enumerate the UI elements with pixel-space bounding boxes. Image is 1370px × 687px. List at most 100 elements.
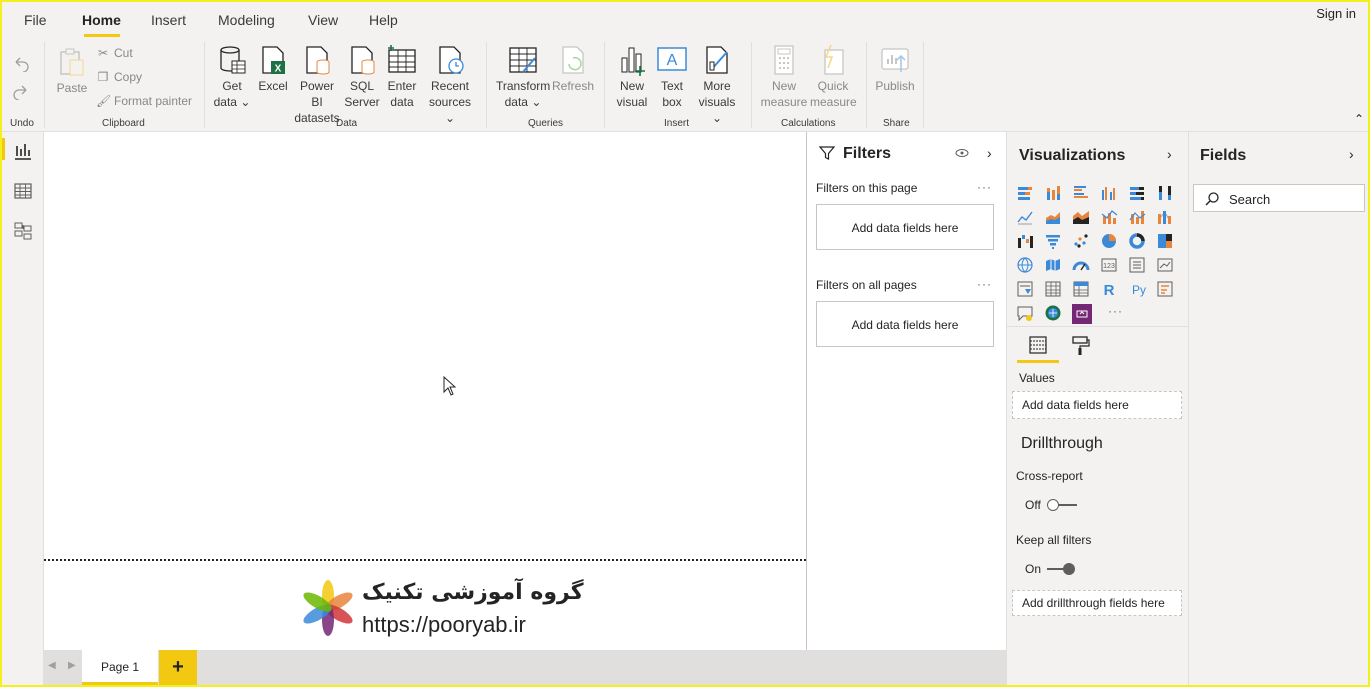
group-separator <box>751 42 752 128</box>
dataset-icon <box>306 46 330 75</box>
model-view-icon[interactable] <box>12 220 34 242</box>
all-pages-filters-drop-zone[interactable]: Add data fields here <box>816 301 994 347</box>
menu-insert[interactable]: Insert <box>151 12 186 28</box>
treemap-icon[interactable] <box>1156 232 1174 250</box>
clustered-bar-chart-icon[interactable] <box>1072 184 1090 202</box>
page-filters-drop-zone[interactable]: Add data fields here <box>816 204 994 250</box>
refresh-icon <box>562 46 584 74</box>
kpi-icon[interactable] <box>1156 256 1174 274</box>
stacked-area-chart-icon[interactable] <box>1072 208 1090 226</box>
clustered-column-chart-icon[interactable] <box>1100 184 1118 202</box>
page-tab-1[interactable]: Page 1 <box>82 650 158 685</box>
refresh-button[interactable]: Refresh <box>552 44 594 94</box>
paste-button[interactable]: Paste <box>55 46 89 96</box>
excel-button[interactable]: X Excel <box>256 44 290 94</box>
sql-server-button[interactable]: SQL Server <box>344 44 380 110</box>
menu-file[interactable]: File <box>24 12 47 28</box>
menu-home[interactable]: Home <box>82 12 121 28</box>
copy-label: Copy <box>114 70 143 84</box>
enter-data-button[interactable]: Enter data <box>384 44 420 110</box>
pie-chart-icon[interactable] <box>1100 232 1118 250</box>
menu-help[interactable]: Help <box>369 12 398 28</box>
values-label: Values <box>1019 371 1055 385</box>
pane-divider <box>1007 326 1189 327</box>
more-options-icon[interactable]: ··· <box>977 277 992 291</box>
copy-button[interactable]: ❐ Copy <box>96 70 142 84</box>
new-measure-button[interactable]: New measure <box>760 44 808 110</box>
funnel-chart-icon[interactable] <box>1044 232 1062 250</box>
map-icon[interactable] <box>1016 256 1034 274</box>
stacked-column-chart-icon[interactable] <box>1044 184 1062 202</box>
python-visual-icon[interactable]: Py <box>1128 280 1150 298</box>
refresh-label: Refresh <box>552 79 595 93</box>
waterfall-chart-icon[interactable] <box>1016 232 1034 250</box>
recent-sources-button[interactable]: Recent sources ⌄ <box>424 44 476 126</box>
cut-button[interactable]: ✂ Cut <box>96 46 133 60</box>
area-chart-icon[interactable] <box>1044 208 1062 226</box>
gauge-icon[interactable] <box>1072 256 1090 274</box>
collapse-ribbon-icon[interactable]: ⌃ <box>1354 112 1364 126</box>
collapse-fields-icon[interactable]: › <box>1349 146 1354 162</box>
next-page-icon[interactable]: ▶ <box>68 660 76 671</box>
more-visuals-ellipsis-icon[interactable]: ··· <box>1108 304 1123 318</box>
r-script-visual-icon[interactable]: R <box>1100 280 1118 298</box>
line-stacked-column-icon[interactable] <box>1128 208 1146 226</box>
ribbon: Undo Paste ✂ Cut ❐ Copy 🖌 Format painter Cl… <box>0 38 1370 132</box>
line-chart-icon[interactable] <box>1016 208 1034 226</box>
arcgis-map-icon[interactable] <box>1044 304 1062 322</box>
drillthrough-drop-zone[interactable]: Add drillthrough fields here <box>1012 590 1182 616</box>
card-icon[interactable]: 123 <box>1100 256 1118 274</box>
report-canvas[interactable]: گروه آموزشی تکنیک https://pooryab.ir <box>44 132 806 650</box>
excel-icon: X <box>262 46 285 75</box>
database-icon <box>220 46 246 74</box>
redo-icon[interactable] <box>12 84 30 100</box>
power-apps-icon[interactable] <box>1072 304 1092 324</box>
report-view-icon[interactable] <box>12 140 34 162</box>
values-drop-zone[interactable]: Add data fields here <box>1012 391 1182 419</box>
matrix-icon[interactable] <box>1072 280 1090 298</box>
quick-measure-button[interactable]: Quick measure <box>810 44 857 110</box>
get-data-button[interactable]: Get data ⌄ <box>212 44 252 110</box>
qa-visual-icon[interactable] <box>1016 304 1034 322</box>
more-visuals-button[interactable]: More visuals ⌄ <box>692 44 742 126</box>
data-group-label: Data <box>336 118 358 129</box>
format-paint-roller-icon[interactable] <box>1069 334 1091 356</box>
data-view-icon[interactable] <box>12 180 34 202</box>
fields-tab-icon[interactable] <box>1027 334 1049 356</box>
transform-data-button[interactable]: Transform data ⌄ <box>496 44 550 110</box>
power-bi-datasets-button[interactable]: Power BI datasets <box>294 44 340 126</box>
sign-in-link[interactable]: Sign in <box>1316 6 1356 21</box>
ribbon-chart-icon[interactable] <box>1156 208 1174 226</box>
stacked-bar-chart-icon[interactable] <box>1016 184 1034 202</box>
slicer-icon[interactable] <box>1016 280 1034 298</box>
add-page-button[interactable]: + <box>159 650 197 685</box>
more-options-icon[interactable]: ··· <box>977 180 992 194</box>
menu-view[interactable]: View <box>308 12 338 28</box>
flower-logo-icon <box>303 580 353 636</box>
enter-data-label-1: Enter <box>387 79 417 93</box>
new-measure-label-1: New <box>771 79 796 93</box>
100-stacked-column-chart-icon[interactable] <box>1156 184 1174 202</box>
undo-icon[interactable] <box>12 56 30 72</box>
filters-pane: Filters › Filters on this page ··· Add d… <box>806 132 1006 650</box>
eye-icon[interactable] <box>955 148 969 158</box>
cut-label: Cut <box>114 46 133 60</box>
key-influencers-icon[interactable] <box>1156 280 1174 298</box>
publish-button[interactable]: Publish <box>874 44 916 94</box>
multi-row-card-icon[interactable] <box>1128 256 1146 274</box>
table-visual-icon[interactable] <box>1044 280 1062 298</box>
collapse-filters-icon[interactable]: › <box>987 145 992 161</box>
100-stacked-bar-chart-icon[interactable] <box>1128 184 1146 202</box>
menu-modeling[interactable]: Modeling <box>218 12 275 28</box>
collapse-visualizations-icon[interactable]: › <box>1167 146 1172 162</box>
format-painter-button[interactable]: 🖌 Format painter <box>96 94 192 108</box>
filled-map-icon[interactable] <box>1044 256 1062 274</box>
fields-search-input[interactable]: Search <box>1193 184 1365 212</box>
scatter-chart-icon[interactable] <box>1072 232 1090 250</box>
line-clustered-column-icon[interactable] <box>1100 208 1118 226</box>
text-box-button[interactable]: A Text box <box>654 44 690 110</box>
active-pane-tab-indicator <box>1017 360 1059 363</box>
donut-chart-icon[interactable] <box>1128 232 1146 250</box>
prev-page-icon[interactable]: ◀ <box>48 660 56 671</box>
new-visual-button[interactable]: New visual <box>614 44 650 110</box>
